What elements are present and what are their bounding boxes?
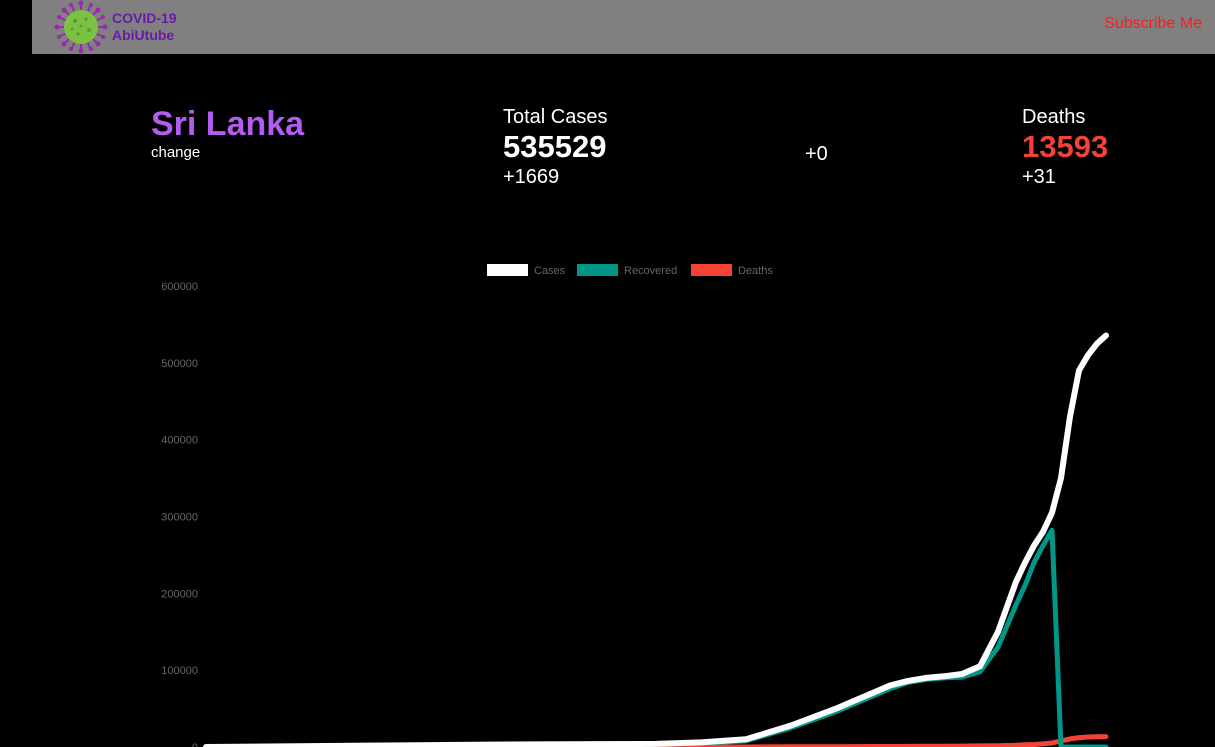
legend-label-deaths: Deaths [738,265,773,277]
y-tick-label: 500000 [161,358,198,370]
y-tick-label: 600000 [161,281,198,293]
cases-line-chart: 0 100000 200000 300000 400000 500000 600000 Cas… [161,264,1109,747]
legend-swatch-cases [487,264,528,276]
y-tick-label: 400000 [161,435,198,447]
legend-label-cases: Cases [534,265,566,277]
legend-label-recovered: Recovered [624,265,677,277]
y-tick-label: 200000 [161,588,198,600]
y-tick-label: 100000 [161,665,198,677]
legend-swatch-recovered [577,264,618,276]
series-line-cases [203,332,1109,747]
y-tick-label: 300000 [161,512,198,524]
series-line-recovered [203,527,1109,747]
legend-swatch-deaths [691,264,732,276]
y-tick-label: 0 [192,742,198,747]
